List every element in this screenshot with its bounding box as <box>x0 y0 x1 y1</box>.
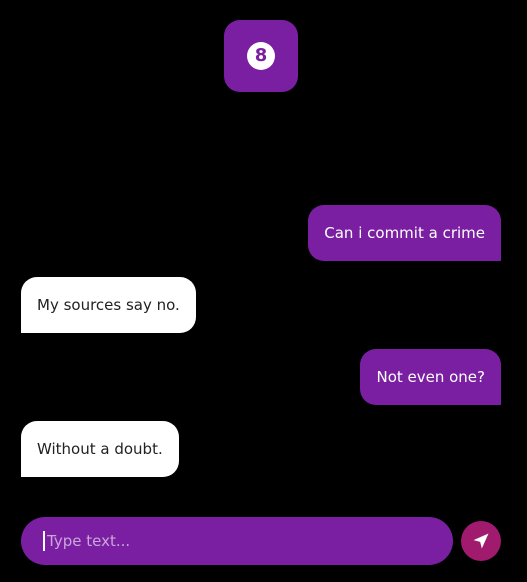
bot-message: My sources say no. <box>21 277 196 333</box>
bot-message: Without a doubt. <box>21 421 179 477</box>
user-message: Not even one? <box>360 349 501 405</box>
message-input[interactable] <box>43 531 435 551</box>
eight-ball-icon: 8 <box>247 42 275 70</box>
message-composer <box>21 517 453 565</box>
user-message: Can i commit a crime <box>308 205 501 261</box>
send-button[interactable] <box>461 521 501 561</box>
send-icon <box>473 533 489 549</box>
magic-8-ball-logo: 8 <box>224 20 298 92</box>
chat-app: 8 Can i commit a crime My sources say no… <box>0 0 527 582</box>
